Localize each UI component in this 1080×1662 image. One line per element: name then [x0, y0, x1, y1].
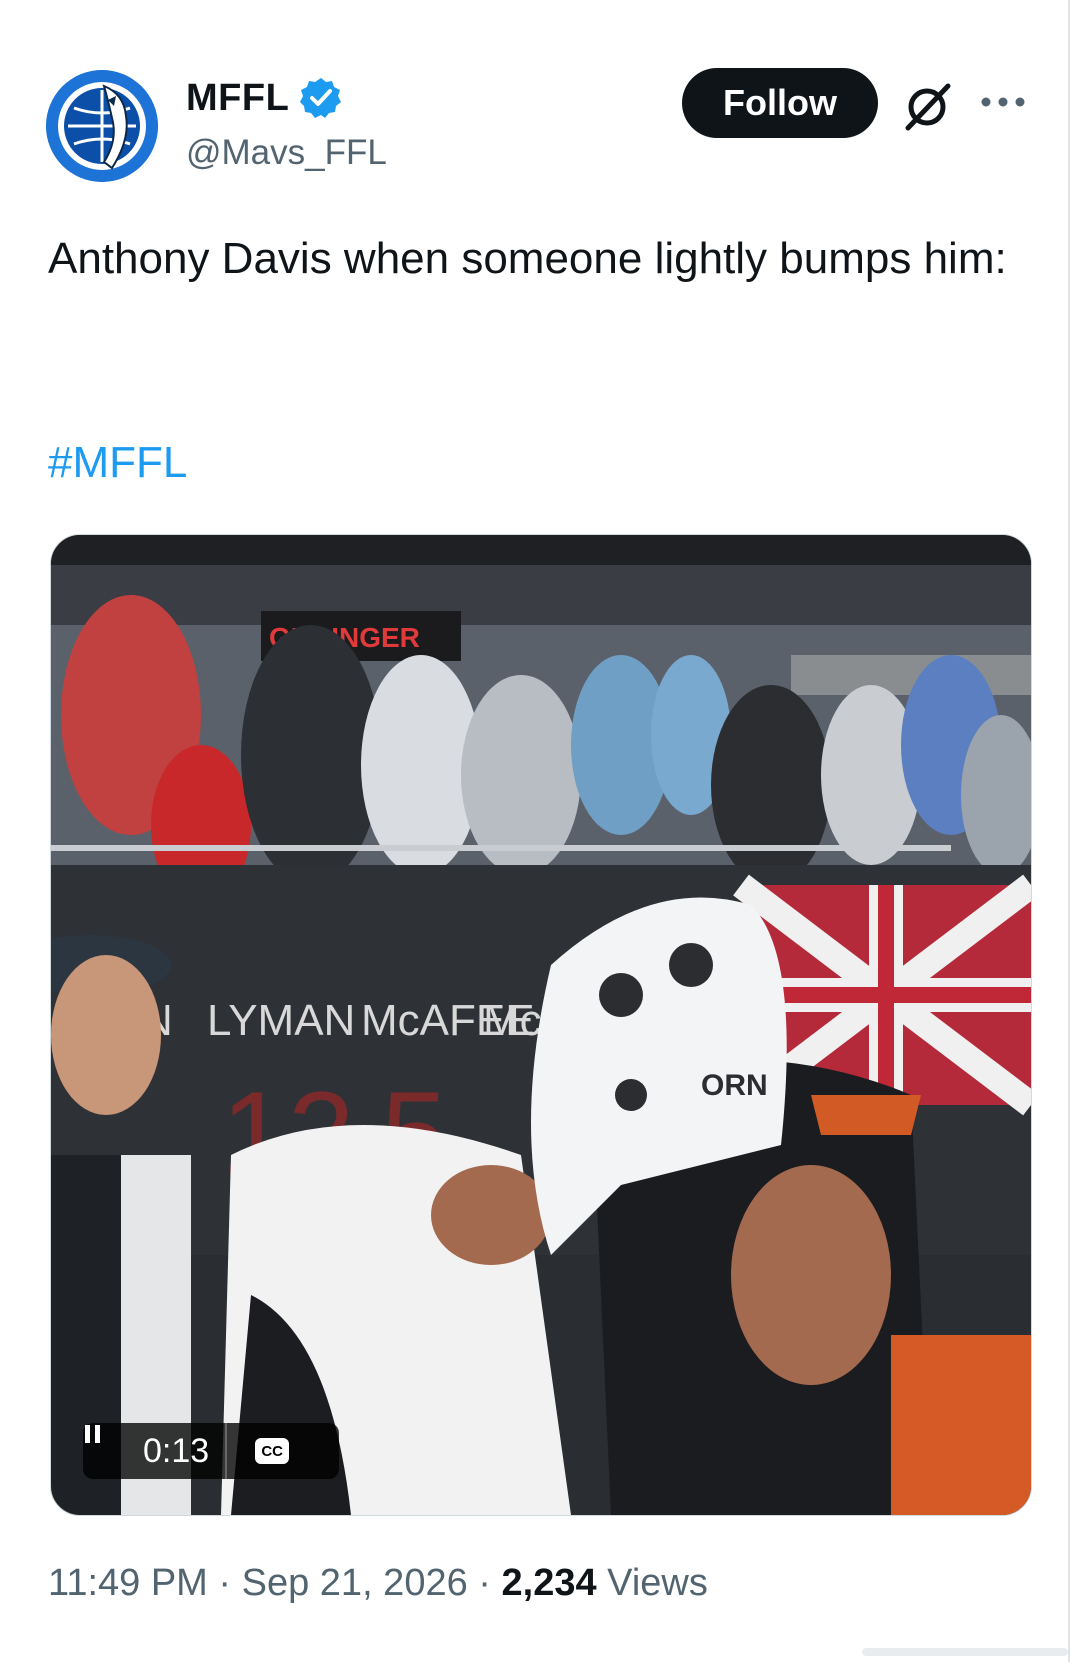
- video-frame: GRAINGER N LYMAN 12 Mc: [51, 535, 1031, 1515]
- follow-button[interactable]: Follow: [682, 68, 878, 138]
- captions-icon[interactable]: CC: [255, 1438, 290, 1464]
- meta-separator: ·: [478, 1562, 491, 1604]
- wall-name-1: LYMAN: [207, 996, 355, 1045]
- display-name[interactable]: MFFL: [186, 76, 343, 120]
- video-controls: 0:13 CC: [83, 1423, 339, 1479]
- tweet-date[interactable]: Sep 21, 2026: [242, 1562, 468, 1604]
- controls-divider: [225, 1423, 228, 1479]
- video-timecode: 0:13: [143, 1431, 210, 1470]
- verified-badge-icon: [300, 78, 342, 118]
- tweet-meta: 11:49 PM · Sep 21, 2026 · 2,234 Views: [48, 1562, 708, 1605]
- hashtag-link[interactable]: #MFFL: [48, 438, 187, 488]
- scrollbar[interactable]: [862, 1648, 1068, 1656]
- towel-text: ORN: [701, 1069, 768, 1102]
- tweet-text: Anthony Davis when someone lightly bumps…: [48, 234, 1007, 283]
- avatar[interactable]: [46, 70, 158, 182]
- tweet-time[interactable]: 11:49 PM: [48, 1562, 208, 1604]
- video-player[interactable]: GRAINGER N LYMAN 12 Mc: [50, 534, 1032, 1516]
- more-options-icon[interactable]: [978, 90, 1028, 114]
- views-label: Views: [607, 1562, 708, 1604]
- mavericks-logo-icon: [46, 70, 158, 182]
- views-count: 2,234: [501, 1562, 597, 1604]
- meta-separator: ·: [218, 1562, 232, 1604]
- tweet-card: MFFL @Mavs_FFL Follow Anthony Davis when…: [0, 0, 1080, 1662]
- display-name-text: MFFL: [186, 76, 290, 119]
- handle[interactable]: @Mavs_FFL: [186, 133, 387, 173]
- pause-icon[interactable]: [85, 1423, 137, 1479]
- grok-icon[interactable]: [900, 78, 956, 134]
- card-border: [1068, 0, 1070, 1662]
